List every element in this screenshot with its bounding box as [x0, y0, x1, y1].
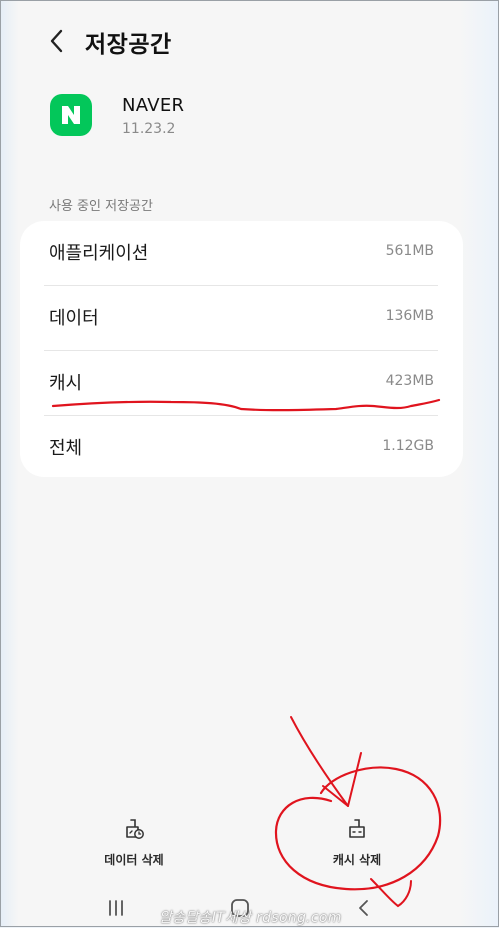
storage-row-cache: 캐시 423MB — [44, 351, 438, 415]
clear-data-button[interactable]: 데이터 삭제 — [64, 811, 204, 871]
clear-data-label: 데이터 삭제 — [104, 853, 164, 867]
storage-row-value: 561MB — [385, 243, 434, 259]
page-title: 저장공간 — [85, 32, 172, 58]
storage-card: 애플리케이션 561MB 데이터 136MB 캐시 423MB 전체 1.12G… — [20, 221, 463, 477]
storage-row-label: 데이터 — [49, 308, 99, 329]
naver-logo-icon — [62, 106, 80, 124]
broom-clock-icon — [126, 819, 144, 839]
header: 저장공간 — [1, 19, 498, 63]
app-info: NAVER 11.23.2 — [50, 94, 470, 144]
recents-icon — [109, 900, 123, 916]
annotation-arrow-head — [322, 752, 362, 807]
storage-row-label: 애플리케이션 — [49, 243, 149, 264]
app-version: 11.23.2 — [122, 121, 176, 137]
back-button[interactable] — [39, 23, 75, 59]
app-name: NAVER — [122, 95, 185, 116]
annotation-arrow-shaft — [290, 716, 349, 807]
storage-row-label: 캐시 — [49, 373, 83, 394]
storage-screen: 저장공간 NAVER 11.23.2 사용 중인 저장공간 애플리케이션 561… — [0, 0, 499, 927]
section-label: 사용 중인 저장공간 — [49, 199, 153, 214]
clear-cache-button[interactable]: 캐시 삭제 — [287, 811, 427, 871]
system-back-button[interactable] — [344, 893, 384, 923]
recents-button[interactable] — [96, 893, 136, 923]
storage-row-value: 1.12GB — [382, 438, 434, 454]
storage-row-value: 423MB — [385, 373, 434, 389]
chevron-left-icon — [50, 29, 63, 53]
storage-row-total: 전체 1.12GB — [44, 416, 438, 480]
naver-app-icon — [50, 94, 92, 136]
clear-cache-label: 캐시 삭제 — [332, 853, 382, 867]
watermark: 알송달송IT세상 rdsong.com — [159, 910, 342, 926]
back-icon — [359, 900, 368, 916]
storage-row-data: 데이터 136MB — [44, 286, 438, 350]
broom-icon — [349, 819, 365, 838]
storage-row-value: 136MB — [385, 308, 434, 324]
storage-row-app: 애플리케이션 561MB — [44, 221, 438, 285]
storage-row-label: 전체 — [49, 438, 83, 459]
bottom-actions: 데이터 삭제 캐시 삭제 — [1, 811, 498, 871]
